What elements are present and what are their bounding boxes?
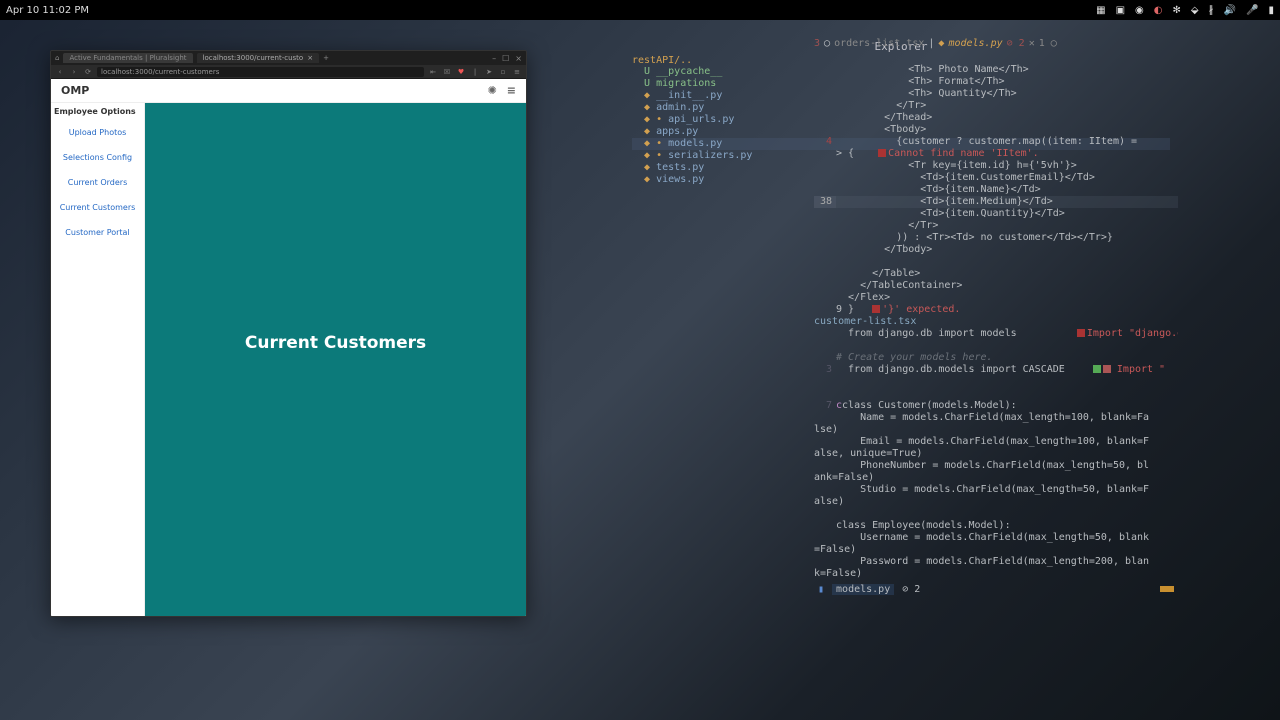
clock: Apr 10 11:02 PM	[6, 5, 89, 16]
tray-battery-icon[interactable]: ▮	[1268, 5, 1274, 16]
minimize-icon[interactable]: –	[492, 54, 496, 63]
editor-tab-2[interactable]: models.py	[948, 38, 1002, 49]
page-title: Current Customers	[245, 333, 426, 353]
browser-tab-2[interactable]: localhost:3000/current-custo×	[197, 53, 320, 63]
tray-volume-icon[interactable]: 🔊	[1224, 5, 1236, 16]
code-pane[interactable]: <Th> Photo Name</Th> <Th> Format</Th> <T…	[814, 52, 1178, 596]
app-sidebar: Employee Options Upload Photos Selection…	[51, 103, 145, 616]
circle-icon: ◯	[824, 38, 830, 49]
filename-divider: customer-list.tsx	[814, 316, 916, 327]
url-bar[interactable]: localhost:3000/current-customers	[97, 67, 424, 77]
app-title: OMP	[61, 84, 89, 97]
browser-navbar: ‹ › ⟳ localhost:3000/current-customers ⇤…	[51, 65, 526, 79]
editor-window: Explorer restAPI/.. U __pycache__ U migr…	[624, 38, 1178, 596]
back-icon[interactable]: ‹	[55, 68, 65, 76]
tray-wifi-icon[interactable]: ⬙	[1191, 5, 1199, 16]
system-tray[interactable]: ▦ ▣ ◉ ◐ ✻ ⬙ ∦ 🔊 🎤 ▮	[1096, 5, 1274, 16]
tray-bluetooth-icon[interactable]: ∦	[1209, 5, 1214, 16]
status-diagnostics: ⊘ 2	[902, 584, 920, 595]
browser-content: OMP ✺ ≡ Employee Options Upload Photos S…	[51, 79, 526, 616]
editor-tab-1[interactable]: orders-list.tsx	[834, 38, 924, 49]
sidebar-title: Employee Options	[51, 103, 144, 120]
sidebar-item-orders[interactable]: Current Orders	[51, 170, 144, 195]
forward-icon[interactable]: ›	[69, 68, 79, 76]
ext-arrow-icon[interactable]: ➤	[484, 68, 494, 76]
tray-firefox-icon[interactable]: ◐	[1154, 5, 1163, 16]
browser-window: ⌂ Active Fundamentals | Pluralsight loca…	[50, 50, 527, 617]
tray-mic-icon[interactable]: 🎤	[1246, 5, 1258, 16]
system-topbar: Apr 10 11:02 PM ▦ ▣ ◉ ◐ ✻ ⬙ ∦ 🔊 🎤 ▮	[0, 0, 1280, 20]
status-filename: models.py	[832, 584, 894, 595]
tray-grid-icon[interactable]: ▦	[1096, 5, 1105, 16]
browser-tab-1[interactable]: Active Fundamentals | Pluralsight	[63, 53, 192, 63]
sidebar-item-upload[interactable]: Upload Photos	[51, 120, 144, 145]
close-icon[interactable]: ×	[307, 54, 313, 62]
tray-settings-icon[interactable]: ✻	[1172, 5, 1180, 16]
editor-statusbar: ▮ models.py ⊘ 2	[814, 582, 1178, 596]
editor-tabs: 3 ◯ orders-list.tsx | ◆ models.py ⊘ 2 ✕ …	[814, 38, 1178, 49]
close-window-icon[interactable]: ×	[515, 54, 522, 63]
heart-icon[interactable]: ♥	[456, 68, 466, 76]
app-header: OMP ✺ ≡	[51, 79, 526, 103]
scroll-indicator-icon	[1160, 586, 1174, 592]
sidebar-item-customers[interactable]: Current Customers	[51, 195, 144, 220]
theme-toggle-icon[interactable]: ✺	[488, 84, 497, 97]
hamburger-icon[interactable]: ≡	[507, 84, 516, 97]
tray-app-icon[interactable]: ▣	[1116, 5, 1125, 16]
reader-icon[interactable]: ⇤	[428, 68, 438, 76]
maximize-icon[interactable]: ☐	[502, 54, 509, 63]
app-main: Current Customers	[145, 103, 526, 616]
window-controls: – ☐ ×	[492, 54, 522, 63]
new-tab-icon[interactable]: +	[323, 54, 329, 62]
menu-icon[interactable]: ≡	[512, 68, 522, 76]
ext-square-icon[interactable]: ▫	[498, 68, 508, 76]
sidebar-item-config[interactable]: Selections Config	[51, 145, 144, 170]
reload-icon[interactable]: ⟳	[83, 68, 93, 76]
divider: |	[470, 68, 480, 76]
tray-obs-icon[interactable]: ◉	[1135, 5, 1144, 16]
close-tab-icon[interactable]: ✕	[1029, 38, 1035, 49]
tab-home-icon[interactable]: ⌂	[55, 54, 59, 62]
sidebar-item-portal[interactable]: Customer Portal	[51, 220, 144, 245]
bookmark-icon[interactable]: ☒	[442, 68, 452, 76]
browser-tabstrip: ⌂ Active Fundamentals | Pluralsight loca…	[51, 51, 526, 65]
